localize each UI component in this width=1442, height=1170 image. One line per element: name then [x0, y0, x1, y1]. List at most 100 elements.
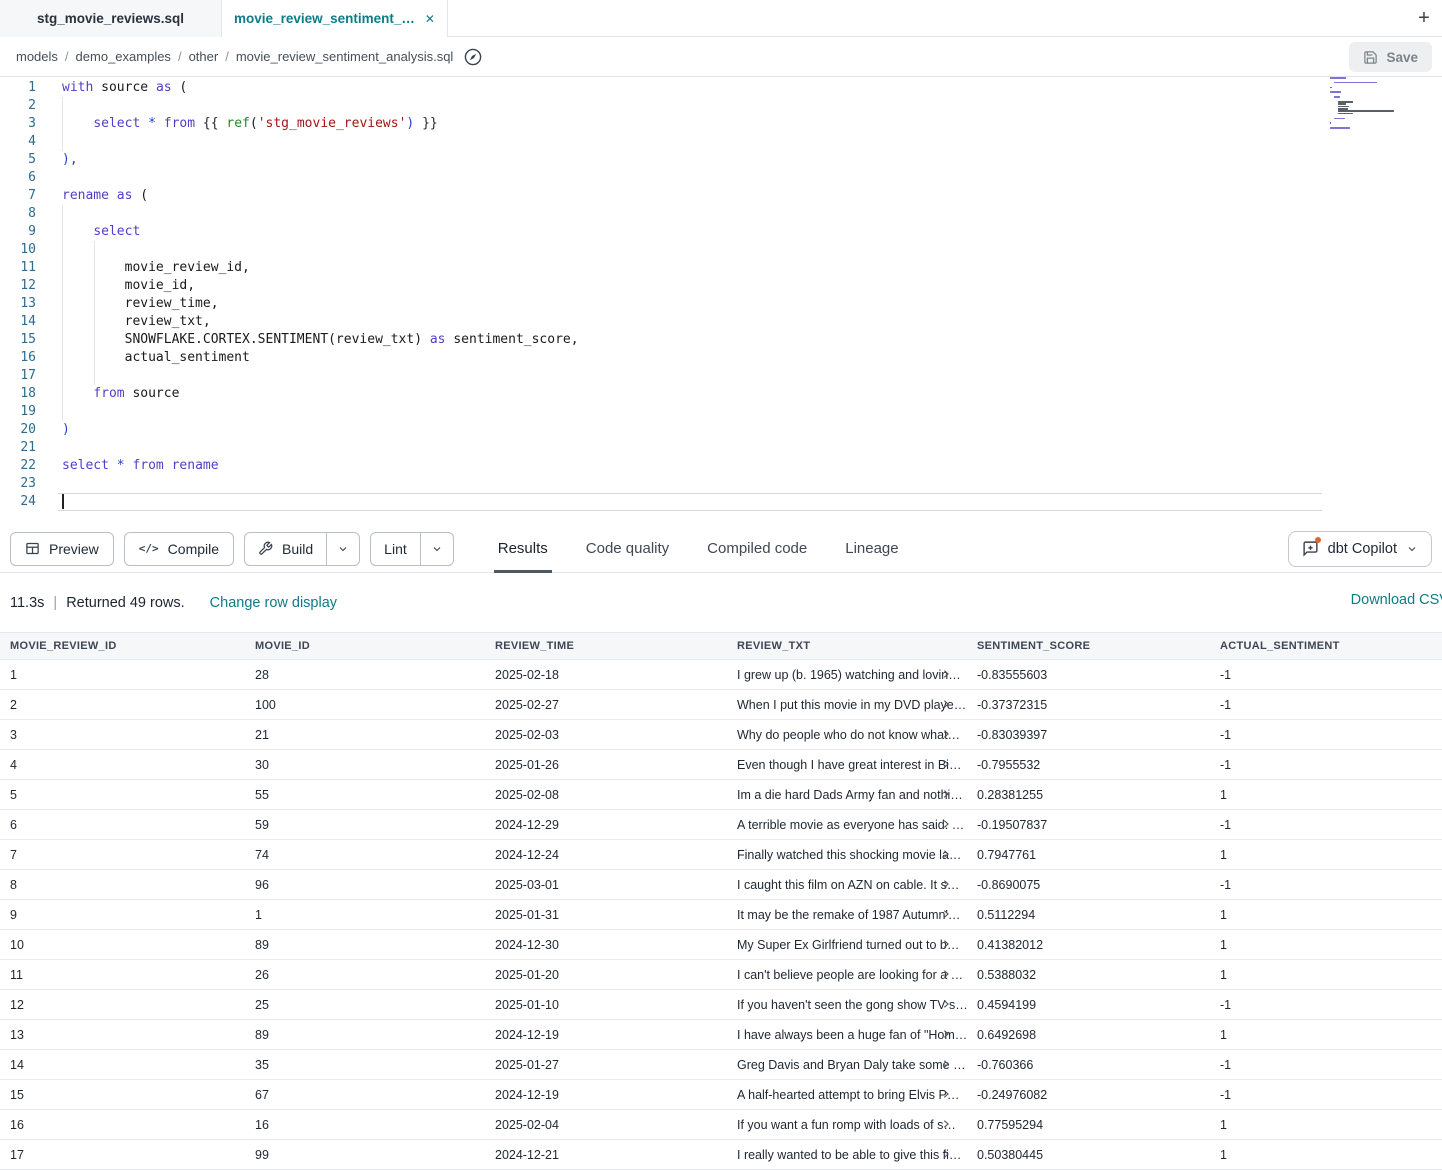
expand-review-icon[interactable] — [941, 1029, 951, 1039]
code-line[interactable]: 10 — [0, 241, 1442, 259]
close-tab-icon[interactable]: ✕ — [425, 13, 435, 25]
column-header[interactable]: MOVIE_REVIEW_ID — [0, 640, 245, 652]
build-button[interactable]: Build — [245, 533, 326, 565]
code-line[interactable]: 12 movie_id, — [0, 277, 1442, 295]
table-cell: 1 — [0, 668, 245, 682]
code-line[interactable]: 21 — [0, 439, 1442, 457]
expand-review-icon[interactable] — [941, 789, 951, 799]
code-line[interactable]: 13 review_time, — [0, 295, 1442, 313]
table-cell: 14 — [0, 1058, 245, 1072]
change-row-display-link[interactable]: Change row display — [210, 595, 337, 611]
column-header[interactable]: REVIEW_TIME — [485, 640, 727, 652]
expand-review-icon[interactable] — [941, 699, 951, 709]
table-row: 10892024-12-30My Super Ex Girlfriend tur… — [0, 930, 1442, 960]
expand-review-icon[interactable] — [941, 849, 951, 859]
status-separator: | — [53, 595, 57, 611]
line-number: 7 — [0, 187, 36, 205]
column-header[interactable]: REVIEW_TXT — [727, 640, 967, 652]
expand-review-icon[interactable] — [941, 1059, 951, 1069]
table-cell: If you haven't seen the gong show TV s… — [727, 998, 967, 1012]
expand-review-icon[interactable] — [941, 1089, 951, 1099]
table-cell: 2025-02-18 — [485, 668, 727, 682]
column-header[interactable]: SENTIMENT_SCORE — [967, 640, 1210, 652]
table-cell: 12 — [0, 998, 245, 1012]
tab-stg-movie-reviews[interactable]: stg_movie_reviews.sql — [0, 0, 222, 37]
preview-button[interactable]: Preview — [10, 532, 114, 566]
code-line[interactable]: 4 — [0, 133, 1442, 151]
table-cell: Even though I have great interest in Bi… — [727, 758, 967, 772]
tab-compiled-code[interactable]: Compiled code — [703, 525, 811, 573]
code-line[interactable]: 22select * from rename — [0, 457, 1442, 475]
lint-dropdown-chevron[interactable] — [420, 533, 453, 565]
table-cell: 3 — [0, 728, 245, 742]
code-line[interactable]: 16 actual_sentiment — [0, 349, 1442, 367]
copilot-compass-icon[interactable] — [463, 47, 483, 67]
minimap-line — [1330, 132, 1396, 134]
code-line[interactable]: 17 — [0, 367, 1442, 385]
expand-review-icon[interactable] — [941, 1119, 951, 1129]
table-cell: -0.760366 — [967, 1058, 1210, 1072]
breadcrumb-segment[interactable]: other — [189, 49, 219, 64]
breadcrumb-filename: movie_review_sentiment_analysis.sql — [236, 49, 454, 64]
expand-review-icon[interactable] — [941, 669, 951, 679]
code-line[interactable]: 19 — [0, 403, 1442, 421]
table-row: 1282025-02-18I grew up (b. 1965) watchin… — [0, 660, 1442, 690]
code-line[interactable]: 18 from source — [0, 385, 1442, 403]
tab-code-quality[interactable]: Code quality — [582, 525, 673, 573]
table-icon — [25, 541, 40, 556]
new-tab-button[interactable]: + — [1413, 7, 1435, 29]
minimap-line — [1330, 79, 1396, 81]
code-line[interactable]: 15 SNOWFLAKE.CORTEX.SENTIMENT(review_txt… — [0, 331, 1442, 349]
expand-review-icon[interactable] — [941, 909, 951, 919]
tab-movie-review-sentiment[interactable]: movie_review_sentiment_… ✕ — [222, 0, 448, 37]
code-minimap[interactable] — [1330, 77, 1396, 134]
table-cell: 2025-02-08 — [485, 788, 727, 802]
code-line[interactable]: 7rename as ( — [0, 187, 1442, 205]
table-cell: 0.5388032 — [967, 968, 1210, 982]
table-row: 6592024-12-29A terrible movie as everyon… — [0, 810, 1442, 840]
compile-button[interactable]: </> Compile — [124, 532, 234, 566]
table-cell: I caught this film on AZN on cable. It s… — [727, 878, 967, 892]
tab-results[interactable]: Results — [494, 525, 552, 573]
save-button[interactable]: Save — [1349, 42, 1432, 72]
code-line[interactable]: 8 — [0, 205, 1442, 223]
code-line[interactable]: 3 select * from {{ ref('stg_movie_review… — [0, 115, 1442, 133]
column-header[interactable]: MOVIE_ID — [245, 640, 485, 652]
expand-review-icon[interactable] — [941, 969, 951, 979]
table-cell: I can't believe people are looking for a… — [727, 968, 967, 982]
table-cell: -0.19507837 — [967, 818, 1210, 832]
breadcrumb-segment[interactable]: demo_examples — [76, 49, 171, 64]
code-line[interactable]: 9 select — [0, 223, 1442, 241]
table-cell: -0.7955532 — [967, 758, 1210, 772]
expand-review-icon[interactable] — [941, 759, 951, 769]
table-cell: 16 — [0, 1118, 245, 1132]
code-line[interactable]: 23 — [0, 475, 1442, 493]
expand-review-icon[interactable] — [941, 879, 951, 889]
tab-lineage[interactable]: Lineage — [841, 525, 902, 573]
code-line-text: select * from {{ ref('stg_movie_reviews'… — [62, 115, 438, 133]
table-cell: 2024-12-21 — [485, 1148, 727, 1162]
expand-review-icon[interactable] — [941, 819, 951, 829]
column-header[interactable]: ACTUAL_SENTIMENT — [1210, 640, 1442, 652]
lint-button[interactable]: Lint — [371, 533, 420, 565]
download-csv-link[interactable]: Download CSV — [1351, 592, 1442, 608]
sql-code-editor[interactable]: 1with source as (23 select * from {{ ref… — [0, 77, 1442, 525]
code-line[interactable]: 14 review_txt, — [0, 313, 1442, 331]
table-cell: -1 — [1210, 758, 1442, 772]
expand-review-icon[interactable] — [941, 999, 951, 1009]
expand-review-icon[interactable] — [941, 1149, 951, 1159]
breadcrumb-segment[interactable]: models — [16, 49, 58, 64]
code-line[interactable]: 1with source as ( — [0, 79, 1442, 97]
code-line[interactable]: 20) — [0, 421, 1442, 439]
code-line-text: with source as ( — [62, 79, 187, 97]
code-line[interactable]: 5), — [0, 151, 1442, 169]
code-line[interactable]: 2 — [0, 97, 1442, 115]
build-dropdown-chevron[interactable] — [326, 533, 359, 565]
code-area[interactable]: 1with source as (23 select * from {{ ref… — [0, 77, 1442, 511]
dbt-copilot-button[interactable]: dbt Copilot — [1288, 531, 1432, 567]
expand-review-icon[interactable] — [941, 939, 951, 949]
expand-review-icon[interactable] — [941, 729, 951, 739]
code-line[interactable]: 6 — [0, 169, 1442, 187]
code-line[interactable]: 11 movie_review_id, — [0, 259, 1442, 277]
table-cell: 2 — [0, 698, 245, 712]
